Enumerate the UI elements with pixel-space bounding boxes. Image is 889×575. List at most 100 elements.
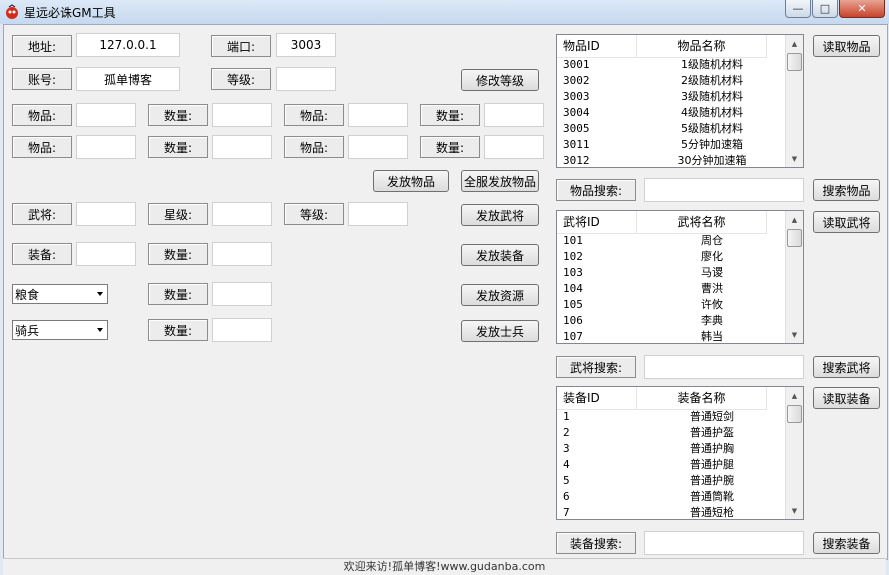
list-item-name: 普通护腿 [690, 458, 734, 471]
equipment-quantity-input[interactable] [212, 242, 272, 266]
list-item[interactable]: 3012 30分钟加速箱 [557, 153, 787, 167]
send-resource-button[interactable]: 发放资源 [461, 284, 539, 306]
list-item[interactable]: 7 普通短枪 [557, 505, 787, 519]
send-items-button[interactable]: 发放物品 [373, 170, 449, 192]
list-item[interactable]: 4 普通护腿 [557, 457, 787, 473]
item-list-header: 物品ID 物品名称 [557, 35, 767, 58]
list-item[interactable]: 5 普通护腕 [557, 473, 787, 489]
general-input[interactable] [76, 202, 136, 226]
read-items-button[interactable]: 读取物品 [813, 35, 880, 57]
scroll-down-icon[interactable]: ▼ [786, 150, 803, 167]
scroll-down-icon[interactable]: ▼ [786, 502, 803, 519]
item-list[interactable]: 物品ID 物品名称 3001 1级随机材料 3002 2级随机材料 3003 3级随机材料… [556, 34, 804, 168]
quantity-input-3[interactable] [212, 135, 272, 159]
list-item[interactable]: 2 普通护盔 [557, 425, 787, 441]
resource-quantity-input[interactable] [212, 282, 272, 306]
read-generals-button[interactable]: 读取武将 [813, 211, 880, 233]
general-label: 武将: [12, 203, 72, 225]
search-generals-button[interactable]: 搜索武将 [813, 356, 880, 378]
scroll-up-icon[interactable]: ▲ [786, 387, 803, 404]
list-item-id: 2 [563, 426, 570, 439]
scroll-thumb[interactable] [787, 53, 802, 71]
general-id-column-header[interactable]: 武将ID [557, 211, 637, 233]
soldier-select[interactable]: 骑兵 [12, 320, 108, 340]
scroll-up-icon[interactable]: ▲ [786, 35, 803, 52]
soldier-quantity-input[interactable] [212, 318, 272, 342]
list-item-id: 6 [563, 490, 570, 503]
list-item[interactable]: 3 普通护胸 [557, 441, 787, 457]
item-input-3[interactable] [76, 135, 136, 159]
item-id-column-header[interactable]: 物品ID [557, 35, 637, 57]
equipment-list[interactable]: 装备ID 装备名称 1 普通短剑 2 普通护盔 3 普通护胸 4 普通护腿 5 普通护腕 6 普通筒靴… [556, 386, 804, 520]
list-item[interactable]: 3001 1级随机材料 [557, 57, 787, 73]
list-item[interactable]: 106 李典 [557, 313, 787, 329]
list-item-id: 3005 [563, 122, 590, 135]
item-input-2[interactable] [348, 103, 408, 127]
level-input[interactable] [276, 67, 336, 91]
scroll-down-icon[interactable]: ▼ [786, 326, 803, 343]
list-item[interactable]: 105 许攸 [557, 297, 787, 313]
chevron-down-icon [97, 328, 103, 332]
equipment-name-column-header[interactable]: 装备名称 [637, 387, 767, 409]
list-item-name: 4级随机材料 [681, 106, 743, 119]
list-item[interactable]: 3004 4级随机材料 [557, 105, 787, 121]
list-item[interactable]: 3003 3级随机材料 [557, 89, 787, 105]
modify-level-button[interactable]: 修改等级 [461, 69, 539, 91]
equipment-search-input[interactable] [644, 531, 804, 555]
list-item[interactable]: 6 普通筒靴 [557, 489, 787, 505]
general-name-column-header[interactable]: 武将名称 [637, 211, 767, 233]
general-list-scrollbar[interactable]: ▲ ▼ [785, 211, 803, 343]
account-input[interactable]: 孤单博客 [76, 67, 180, 91]
scroll-up-icon[interactable]: ▲ [786, 211, 803, 228]
scroll-thumb[interactable] [787, 229, 802, 247]
list-item[interactable]: 3011 5分钟加速箱 [557, 137, 787, 153]
item-input-4[interactable] [348, 135, 408, 159]
list-item-id: 3002 [563, 74, 590, 87]
item-list-scrollbar[interactable]: ▲ ▼ [785, 35, 803, 167]
equipment-input[interactable] [76, 242, 136, 266]
list-item-id: 105 [563, 298, 583, 311]
send-general-button[interactable]: 发放武将 [461, 204, 539, 226]
list-item[interactable]: 102 廖化 [557, 249, 787, 265]
minimize-button[interactable]: — [785, 0, 811, 18]
quantity-input-2[interactable] [484, 103, 544, 127]
general-search-input[interactable] [644, 355, 804, 379]
list-item-name: 李典 [701, 314, 723, 327]
soldier-quantity-label: 数量: [148, 319, 208, 341]
item-search-input[interactable] [644, 178, 804, 202]
search-equipment-button[interactable]: 搜索装备 [813, 532, 880, 554]
address-input[interactable]: 127.0.0.1 [76, 33, 180, 57]
quantity-input-4[interactable] [484, 135, 544, 159]
search-items-button[interactable]: 搜索物品 [813, 179, 880, 201]
port-input[interactable]: 3003 [276, 33, 336, 57]
item-input-1[interactable] [76, 103, 136, 127]
list-item-id: 3 [563, 442, 570, 455]
list-item-id: 101 [563, 234, 583, 247]
close-button[interactable]: ✕ [839, 0, 885, 18]
list-item[interactable]: 3002 2级随机材料 [557, 73, 787, 89]
maximize-button[interactable]: □ [812, 0, 838, 18]
scroll-thumb[interactable] [787, 405, 802, 423]
item-name-column-header[interactable]: 物品名称 [637, 35, 767, 57]
list-item-name: 普通护腕 [690, 474, 734, 487]
item-label-4: 物品: [284, 136, 344, 158]
equipment-list-scrollbar[interactable]: ▲ ▼ [785, 387, 803, 519]
star-input[interactable] [212, 202, 272, 226]
resource-select[interactable]: 粮食 [12, 284, 108, 304]
list-item[interactable]: 101 周仓 [557, 233, 787, 249]
quantity-label-3: 数量: [148, 136, 208, 158]
list-item[interactable]: 3005 5级随机材料 [557, 121, 787, 137]
send-soldier-button[interactable]: 发放士兵 [461, 320, 539, 342]
general-level-input[interactable] [348, 202, 408, 226]
quantity-label-2: 数量: [420, 104, 480, 126]
list-item[interactable]: 107 韩当 [557, 329, 787, 343]
list-item[interactable]: 103 马谡 [557, 265, 787, 281]
list-item[interactable]: 1 普通短剑 [557, 409, 787, 425]
quantity-input-1[interactable] [212, 103, 272, 127]
read-equipment-button[interactable]: 读取装备 [813, 387, 880, 409]
send-all-items-button[interactable]: 全服发放物品 [461, 170, 539, 192]
general-list[interactable]: 武将ID 武将名称 101 周仓 102 廖化 103 马谡 104 曹洪 105 许攸 106 李典… [556, 210, 804, 344]
send-equipment-button[interactable]: 发放装备 [461, 244, 539, 266]
equipment-id-column-header[interactable]: 装备ID [557, 387, 637, 409]
list-item[interactable]: 104 曹洪 [557, 281, 787, 297]
